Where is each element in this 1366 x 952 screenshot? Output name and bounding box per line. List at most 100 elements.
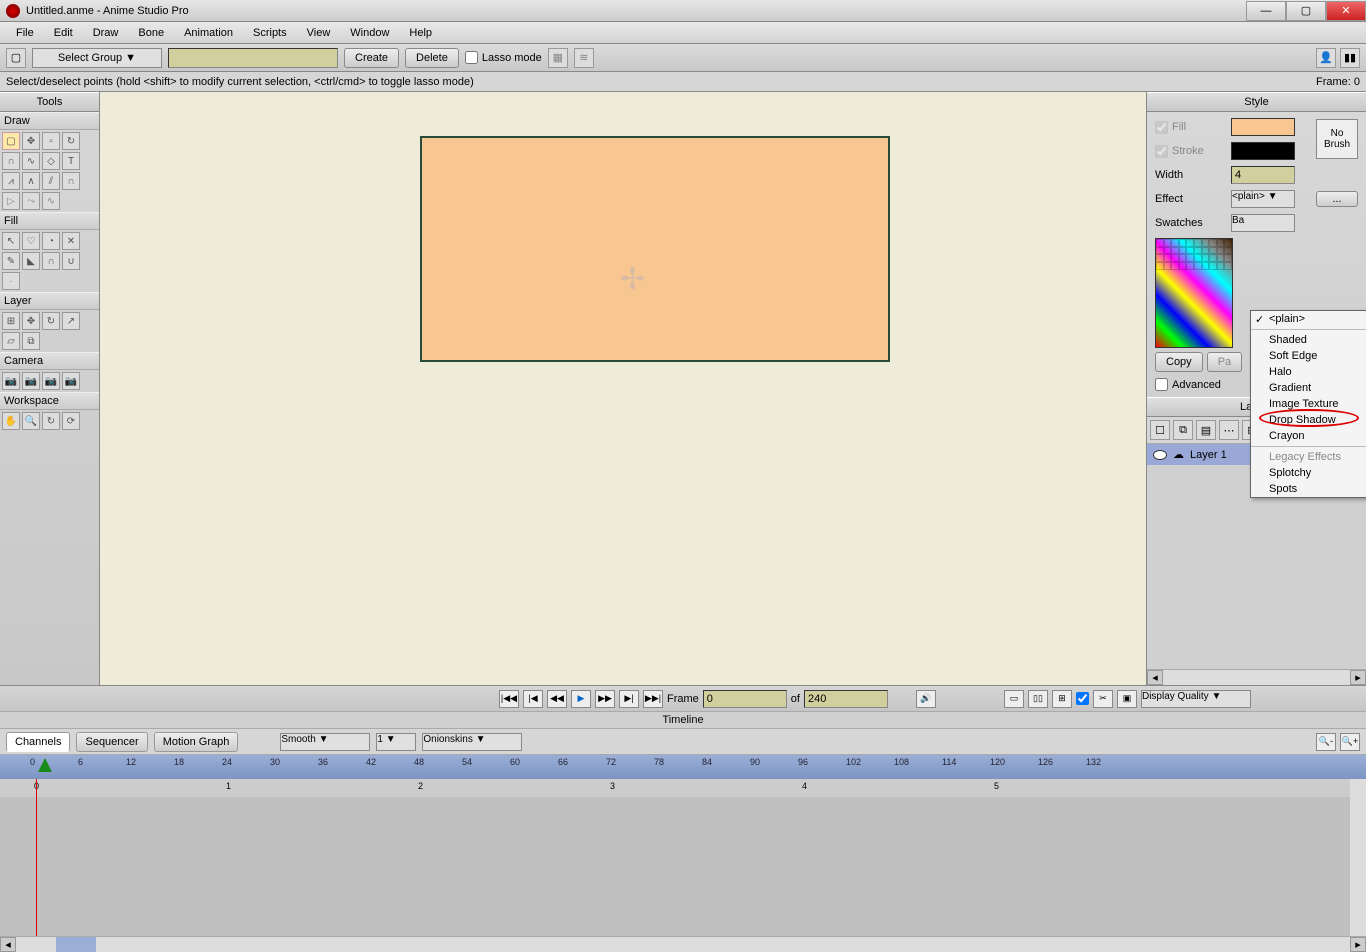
- create-button[interactable]: Create: [344, 48, 399, 68]
- rotate-layer-tool[interactable]: ↻: [42, 312, 60, 330]
- tab-sequencer[interactable]: Sequencer: [76, 732, 147, 752]
- opt-icon-1[interactable]: ▦: [548, 48, 568, 68]
- delete-button[interactable]: Delete: [405, 48, 459, 68]
- smooth-dropdown[interactable]: Smooth ▼: [280, 733, 370, 751]
- rotate-workspace-tool[interactable]: ↻: [42, 412, 60, 430]
- curve-profile-tool[interactable]: ∪: [62, 252, 80, 270]
- scroll-left-icon[interactable]: ◂: [1147, 670, 1163, 685]
- hscroll-left-button[interactable]: ◂: [0, 937, 16, 952]
- lasso-checkbox-input[interactable]: [465, 51, 478, 64]
- paint-bucket-tool[interactable]: ◔: [42, 232, 60, 250]
- view-quad-button[interactable]: ⊞: [1052, 690, 1072, 708]
- hscroll-thumb[interactable]: [56, 937, 96, 952]
- effect-drop-shadow[interactable]: Drop Shadow: [1251, 412, 1366, 428]
- current-frame-input[interactable]: [703, 690, 787, 708]
- drawn-rectangle[interactable]: [420, 136, 890, 362]
- curvature-tool[interactable]: ⩘: [2, 172, 20, 190]
- dup-layer-button[interactable]: ⧉: [1173, 420, 1193, 440]
- menu-window[interactable]: Window: [340, 25, 399, 41]
- menu-file[interactable]: File: [6, 25, 44, 41]
- minimize-button[interactable]: —: [1246, 1, 1286, 21]
- effect-halo[interactable]: Halo: [1251, 364, 1366, 380]
- step-back-button[interactable]: |◀: [523, 690, 543, 708]
- no-brush-button[interactable]: No Brush: [1316, 119, 1358, 159]
- shape-tool[interactable]: ◇: [42, 152, 60, 170]
- delete-shape-tool[interactable]: ✕: [62, 232, 80, 250]
- menu-help[interactable]: Help: [399, 25, 442, 41]
- view-split-h-button[interactable]: ▯▯: [1028, 690, 1048, 708]
- timeline-hscroll[interactable]: ◂ ▸: [0, 936, 1366, 952]
- effect-gradient[interactable]: Gradient: [1251, 380, 1366, 396]
- scale-layer-tool[interactable]: ↗: [62, 312, 80, 330]
- layer-menu-button[interactable]: ⋯: [1219, 420, 1239, 440]
- pantilt-camera-tool[interactable]: 📷: [62, 372, 80, 390]
- eyedropper-tool[interactable]: ✎: [2, 252, 20, 270]
- step-fwd-button[interactable]: ▶|: [619, 690, 639, 708]
- library-icon[interactable]: ▮▮: [1340, 48, 1360, 68]
- effect-dropdown[interactable]: <plain> ▼: [1231, 190, 1295, 208]
- rotate-points-tool[interactable]: ↻: [62, 132, 80, 150]
- paste-style-button[interactable]: Pa: [1207, 352, 1242, 372]
- stroke-checkbox[interactable]: Stroke: [1155, 145, 1225, 158]
- layers-hscroll[interactable]: ◂ ▸: [1147, 669, 1366, 685]
- play-button[interactable]: ▶: [571, 690, 591, 708]
- zoom-camera-tool[interactable]: 📷: [22, 372, 40, 390]
- playhead-icon[interactable]: [38, 758, 52, 772]
- text-tool[interactable]: T: [62, 152, 80, 170]
- end-frame-input[interactable]: [804, 690, 888, 708]
- effect-crayon[interactable]: Crayon: [1251, 428, 1366, 444]
- select-shape-tool[interactable]: ↖: [2, 232, 20, 250]
- delete-layer-button[interactable]: ▤: [1196, 420, 1216, 440]
- rewind-start-button[interactable]: |◀◀: [499, 690, 519, 708]
- switch-layer-tool[interactable]: ⧉: [22, 332, 40, 350]
- effect-soft-edge[interactable]: Soft Edge: [1251, 348, 1366, 364]
- group-name-input[interactable]: [168, 48, 338, 68]
- hide-edge-tool[interactable]: ∩: [42, 252, 60, 270]
- swatches-dropdown[interactable]: Ba: [1231, 214, 1295, 232]
- shear-layer-tool[interactable]: ▱: [2, 332, 20, 350]
- track-camera-tool[interactable]: 📷: [2, 372, 20, 390]
- move-layer-tool[interactable]: ✥: [22, 312, 40, 330]
- pan-tool[interactable]: ✋: [2, 412, 20, 430]
- copy-style-button[interactable]: Copy: [1155, 352, 1203, 372]
- audio-button[interactable]: 🔊: [916, 690, 936, 708]
- next-frame-button[interactable]: ▶▶: [595, 690, 615, 708]
- prev-frame-button[interactable]: ◀◀: [547, 690, 567, 708]
- zoom-out-timeline-button[interactable]: 🔍-: [1316, 733, 1336, 751]
- view-single-button[interactable]: ▭: [1004, 690, 1024, 708]
- user-icon[interactable]: 👤: [1316, 48, 1336, 68]
- view-check[interactable]: [1076, 692, 1089, 705]
- effect-splotchy[interactable]: Splotchy: [1251, 465, 1366, 481]
- perspective-tool[interactable]: ⫽: [42, 172, 60, 190]
- fill-color-swatch[interactable]: [1231, 118, 1295, 136]
- timeline-vscroll[interactable]: [1350, 779, 1366, 936]
- menu-edit[interactable]: Edit: [44, 25, 83, 41]
- roll-camera-tool[interactable]: 📷: [42, 372, 60, 390]
- interval-dropdown[interactable]: 1 ▼: [376, 733, 416, 751]
- forward-end-button[interactable]: ▶▶|: [643, 690, 663, 708]
- scale-points-tool[interactable]: ▫: [42, 132, 60, 150]
- freehand-tool[interactable]: ∿: [22, 152, 40, 170]
- translate-points-tool[interactable]: ✥: [22, 132, 40, 150]
- lasso-mode-checkbox[interactable]: Lasso mode: [465, 51, 542, 64]
- canvas[interactable]: ✢: [100, 92, 1146, 685]
- hscroll-right-button[interactable]: ▸: [1350, 937, 1366, 952]
- crop-icon[interactable]: ✂: [1093, 690, 1113, 708]
- tab-channels[interactable]: Channels: [6, 732, 70, 752]
- close-button[interactable]: ✕: [1326, 1, 1366, 21]
- maximize-button[interactable]: ▢: [1286, 1, 1326, 21]
- effect-plain[interactable]: <plain>: [1251, 311, 1366, 327]
- new-layer-button[interactable]: ☐: [1150, 420, 1170, 440]
- safe-zone-icon[interactable]: ▣: [1117, 690, 1137, 708]
- zoom-in-timeline-button[interactable]: 🔍+: [1340, 733, 1360, 751]
- onionskins-dropdown[interactable]: Onionskins ▼: [422, 733, 522, 751]
- add-point-tool[interactable]: ∩: [2, 152, 20, 170]
- opt-icon-2[interactable]: ≋: [574, 48, 594, 68]
- select-points-tool[interactable]: ▢: [2, 132, 20, 150]
- effect-shaded[interactable]: Shaded: [1251, 332, 1366, 348]
- zoom-tool[interactable]: 🔍: [22, 412, 40, 430]
- profile-tool[interactable]: ∧: [22, 172, 40, 190]
- color-swatches-grid[interactable]: [1155, 238, 1233, 348]
- menu-draw[interactable]: Draw: [83, 25, 129, 41]
- effect-more-button[interactable]: ...: [1316, 191, 1358, 207]
